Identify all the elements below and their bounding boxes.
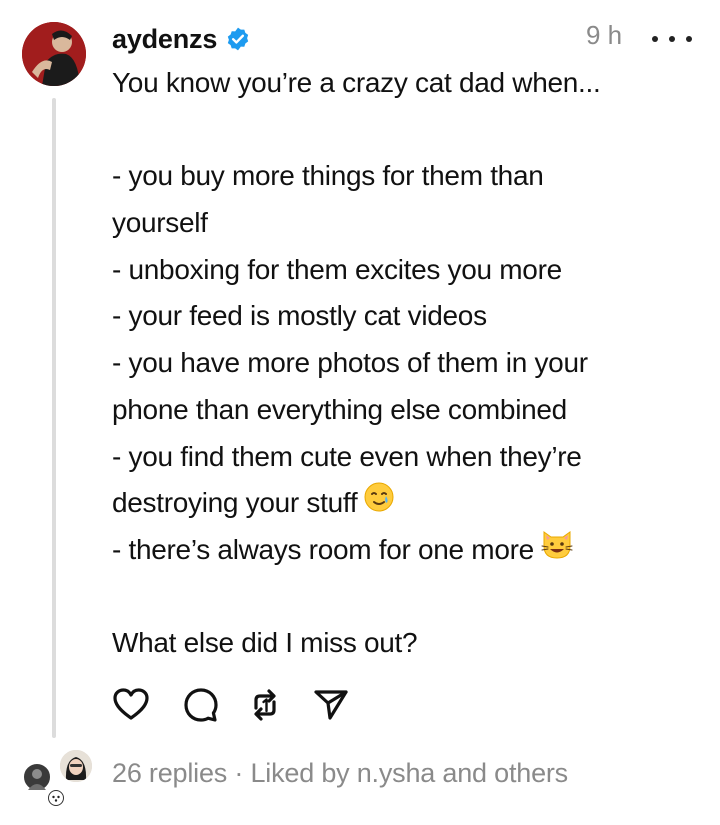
post-body: You know you’re a crazy cat dad when... …: [112, 60, 702, 667]
smiling-face-with-tear-icon: [363, 481, 395, 528]
post-line: [112, 107, 702, 154]
thread-post: aydenzs 9 h You know you’re a crazy cat …: [0, 0, 720, 825]
liker-avatar-small: [48, 790, 64, 806]
post-line: [112, 574, 702, 621]
post-line-with-emoji: - there’s always room for one more: [112, 527, 702, 574]
send-icon[interactable]: [310, 684, 352, 726]
grinning-cat-icon: [540, 528, 574, 575]
post-line: - you find them cute even when they’re: [112, 440, 582, 472]
liker-avatar: [22, 762, 52, 792]
post-line: - your feed is mostly cat videos: [112, 300, 487, 332]
post-line: What else did I miss out?: [112, 627, 418, 659]
heart-icon[interactable]: [110, 684, 152, 726]
thread-line: [52, 98, 56, 738]
post-line: - you buy more things for them than: [112, 160, 544, 192]
post-header: aydenzs: [112, 18, 251, 60]
liker-avatar: [58, 748, 94, 784]
post-line: phone than everything else combined: [112, 393, 567, 425]
post-line: You know you’re a crazy cat dad when...: [112, 67, 601, 98]
comment-bubble-icon[interactable]: [180, 684, 222, 726]
post-line: - you have more photos of them in your: [112, 347, 588, 379]
post-line: - unboxing for them excites you more: [112, 253, 562, 285]
author-avatar[interactable]: [22, 22, 86, 86]
more-horizontal-icon[interactable]: [652, 26, 692, 52]
replies-and-likes-summary[interactable]: 26 replies · Liked by n.ysha and others: [112, 758, 568, 789]
post-line-with-emoji: destroying your stuff: [112, 480, 702, 527]
username[interactable]: aydenzs: [112, 24, 217, 55]
post-footer: 26 replies · Liked by n.ysha and others: [0, 740, 720, 820]
post-timestamp: 9 h: [586, 20, 623, 50]
verified-badge-icon: [225, 26, 251, 52]
post-line-text: destroying your stuff: [112, 487, 358, 519]
post-line-text: - there’s always room for one more: [112, 533, 534, 565]
repost-icon[interactable]: [244, 684, 286, 726]
post-line: yourself: [112, 207, 208, 239]
